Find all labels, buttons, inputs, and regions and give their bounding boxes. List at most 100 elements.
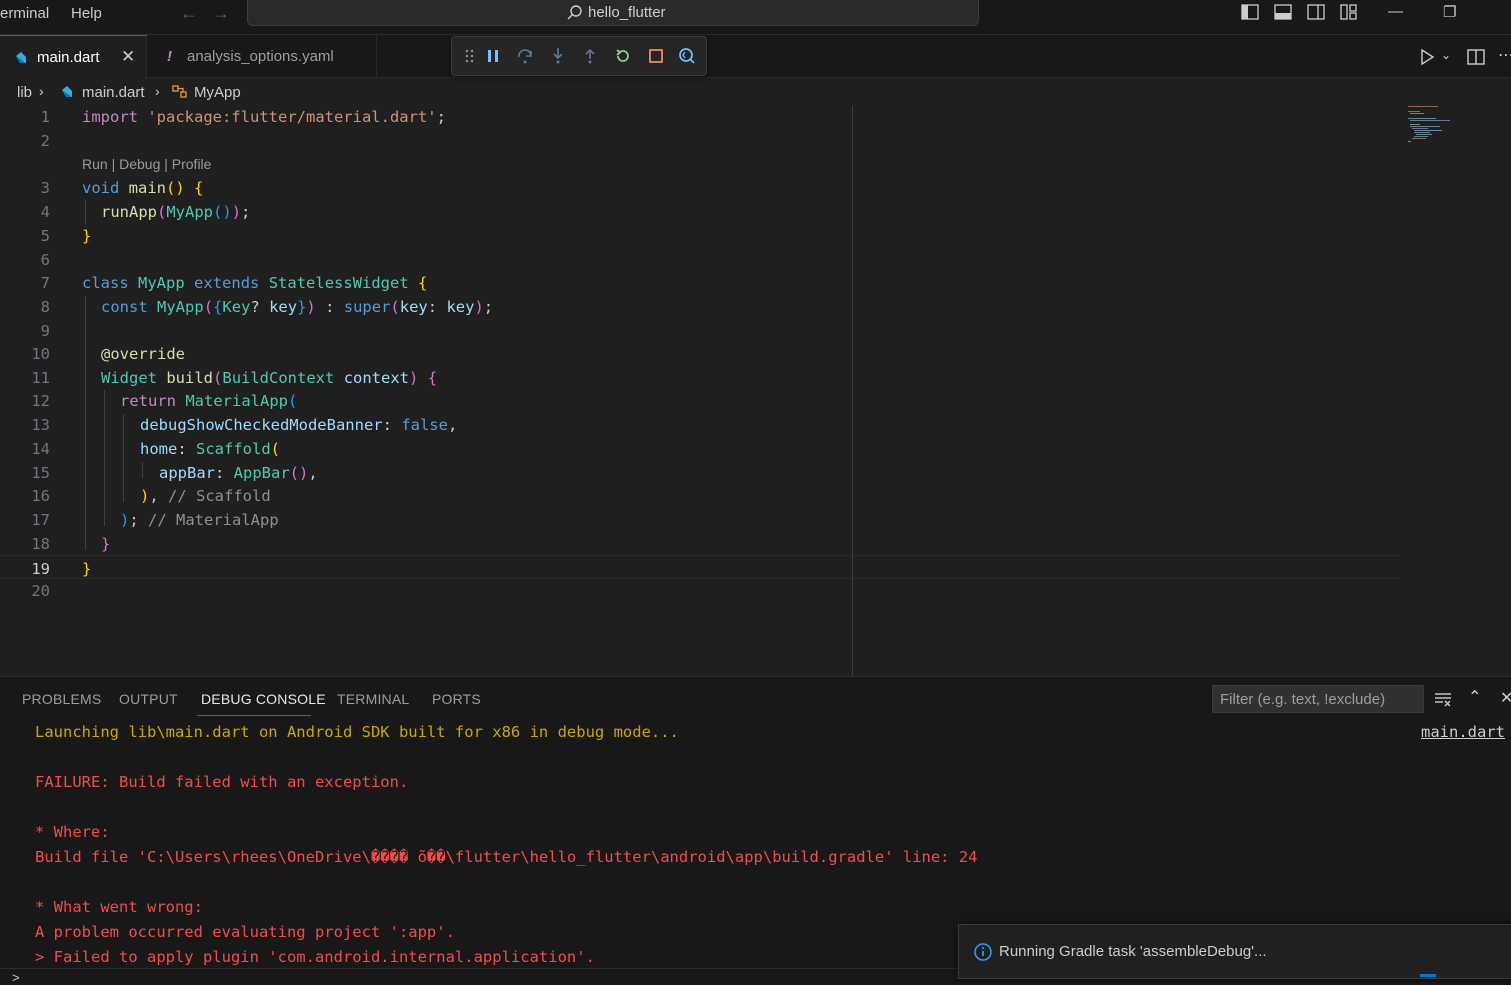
line-number: 3 [40,179,50,197]
title-bar: erminal Help ← → hello_flutter — ❐ [0,0,1511,35]
tab-debug-console[interactable]: DEBUG CONSOLE [201,691,326,707]
flutter-inspector-icon[interactable] [678,47,696,65]
line-number: 13 [31,416,50,434]
codelens-run-debug-profile[interactable]: Run | Debug | Profile [82,156,211,172]
pause-icon[interactable] [484,47,502,65]
workspace-name: hello_flutter [588,4,666,21]
code-line: 15 appBar: AppBar(), [0,460,1400,484]
line-number: 4 [40,203,50,221]
breadcrumb-file[interactable]: main.dart [82,84,145,101]
line-number: 1 [40,108,50,126]
code-line: 8 const MyApp({Key? key}) : super(key: k… [0,294,1400,318]
line-number: 8 [40,298,50,316]
code-line: 14 home: Scaffold( [0,436,1400,460]
code-line: 10 @override [0,341,1400,365]
notification-toast[interactable]: Running Gradle task 'assembleDebug'... [958,924,1511,979]
command-center-search[interactable]: hello_flutter [247,0,979,26]
forward-arrow-icon[interactable]: → [212,3,230,24]
stop-icon[interactable] [647,47,665,65]
minimize-icon[interactable]: — [1388,3,1403,20]
console-filter-input[interactable]: Filter (e.g. text, !exclude) [1212,685,1424,713]
code-line: 9 [0,318,1400,342]
editor-tab-bar: main.dart ✕ ! analysis_options.yaml ⌄ ⋯ [0,35,1511,79]
step-out-icon[interactable] [581,47,599,65]
breadcrumb-symbol[interactable]: MyApp [194,84,241,101]
console-line: FAILURE: Build failed with an exception. [35,773,409,791]
line-number: 6 [40,251,50,269]
console-source-link[interactable]: main.dart [1421,723,1505,741]
toggle-secondary-sidebar-icon[interactable] [1307,4,1325,20]
code-line: 16 ), // Scaffold [0,483,1400,507]
code-line: 3 void main() { [0,175,1400,199]
class-symbol-icon [172,85,187,98]
code-editor[interactable]: 1 import 'package:flutter/material.dart'… [0,104,1511,676]
menu-terminal[interactable]: erminal [0,5,49,22]
code-line: 12 return MaterialApp( [0,388,1400,412]
line-number: 20 [31,582,50,600]
code-line: 1 import 'package:flutter/material.dart'… [0,104,1400,128]
active-tab-indicator [197,715,311,716]
close-panel-icon[interactable]: ✕ [1500,688,1511,708]
run-dropdown-chevron-icon[interactable]: ⌄ [1441,48,1451,62]
tab-label: main.dart [37,49,100,66]
drag-handle-icon[interactable] [461,47,479,65]
more-actions-icon[interactable]: ⋯ [1498,45,1511,65]
line-number: 18 [31,535,50,553]
tab-output[interactable]: OUTPUT [119,691,178,707]
breadcrumb-folder[interactable]: lib [17,84,32,101]
restart-icon[interactable] [614,47,632,65]
back-arrow-icon[interactable]: ← [180,3,198,24]
tab-main-dart[interactable]: main.dart ✕ [0,35,147,79]
step-over-icon[interactable] [516,47,534,65]
tab-problems[interactable]: PROBLEMS [22,691,101,707]
code-line: 4 runApp(MyApp()); [0,199,1400,223]
restore-icon[interactable]: ❐ [1443,3,1456,21]
toggle-primary-sidebar-icon[interactable] [1241,4,1259,20]
clear-console-icon[interactable] [1434,691,1452,707]
dart-icon [16,52,26,63]
code-line: 7 class MyApp extends StatelessWidget { [0,270,1400,294]
toggle-panel-icon[interactable] [1274,4,1292,20]
console-prompt: > [12,970,20,985]
tab-label: analysis_options.yaml [187,48,334,65]
breadcrumb: lib › main.dart › MyApp [0,80,1400,104]
code-line: 5 } [0,223,1400,247]
step-into-icon[interactable] [549,47,567,65]
tab-ports[interactable]: PORTS [432,691,481,707]
console-line: * Where: [35,823,110,841]
line-number: 17 [31,511,50,529]
console-line: Build file 'C:\Users\rhees\OneDrive\����… [35,848,978,866]
editor-ruler [852,106,853,676]
minimap[interactable] [1404,104,1464,144]
close-tab-icon[interactable]: ✕ [121,47,135,67]
tab-analysis-options[interactable]: ! analysis_options.yaml [147,35,377,78]
line-number: 2 [40,132,50,150]
line-number: 15 [31,464,50,482]
code-line: 2 [0,128,1400,152]
code-line: 11 Widget build(BuildContext context) { [0,365,1400,389]
console-line: Launching lib\main.dart on Android SDK b… [35,723,679,741]
line-number: 11 [31,369,50,387]
notification-message: Running Gradle task 'assembleDebug'... [999,943,1267,960]
line-number: 5 [40,227,50,245]
code-line: 17 ); // MaterialApp [0,507,1400,531]
notification-progress [1420,974,1436,977]
tab-terminal[interactable]: TERMINAL [337,691,409,707]
code-line: 20 [0,578,1400,602]
debug-toolbar [451,36,707,76]
menu-help[interactable]: Help [71,5,102,22]
customize-layout-icon[interactable] [1340,4,1358,20]
dart-icon [62,86,72,97]
breadcrumb-separator-icon: › [39,83,44,99]
search-icon [567,5,582,20]
line-number: 7 [40,274,50,292]
split-editor-icon[interactable] [1467,48,1485,66]
console-line: A problem occurred evaluating project ':… [35,923,455,941]
run-icon[interactable] [1418,48,1436,66]
line-number: 9 [40,322,50,340]
line-number: 16 [31,487,50,505]
code-line-current: 19 } [0,555,1400,579]
console-line: * What went wrong: [35,898,203,916]
console-line: > Failed to apply plugin 'com.android.in… [35,948,595,966]
maximize-panel-icon[interactable]: ⌃ [1468,687,1481,707]
